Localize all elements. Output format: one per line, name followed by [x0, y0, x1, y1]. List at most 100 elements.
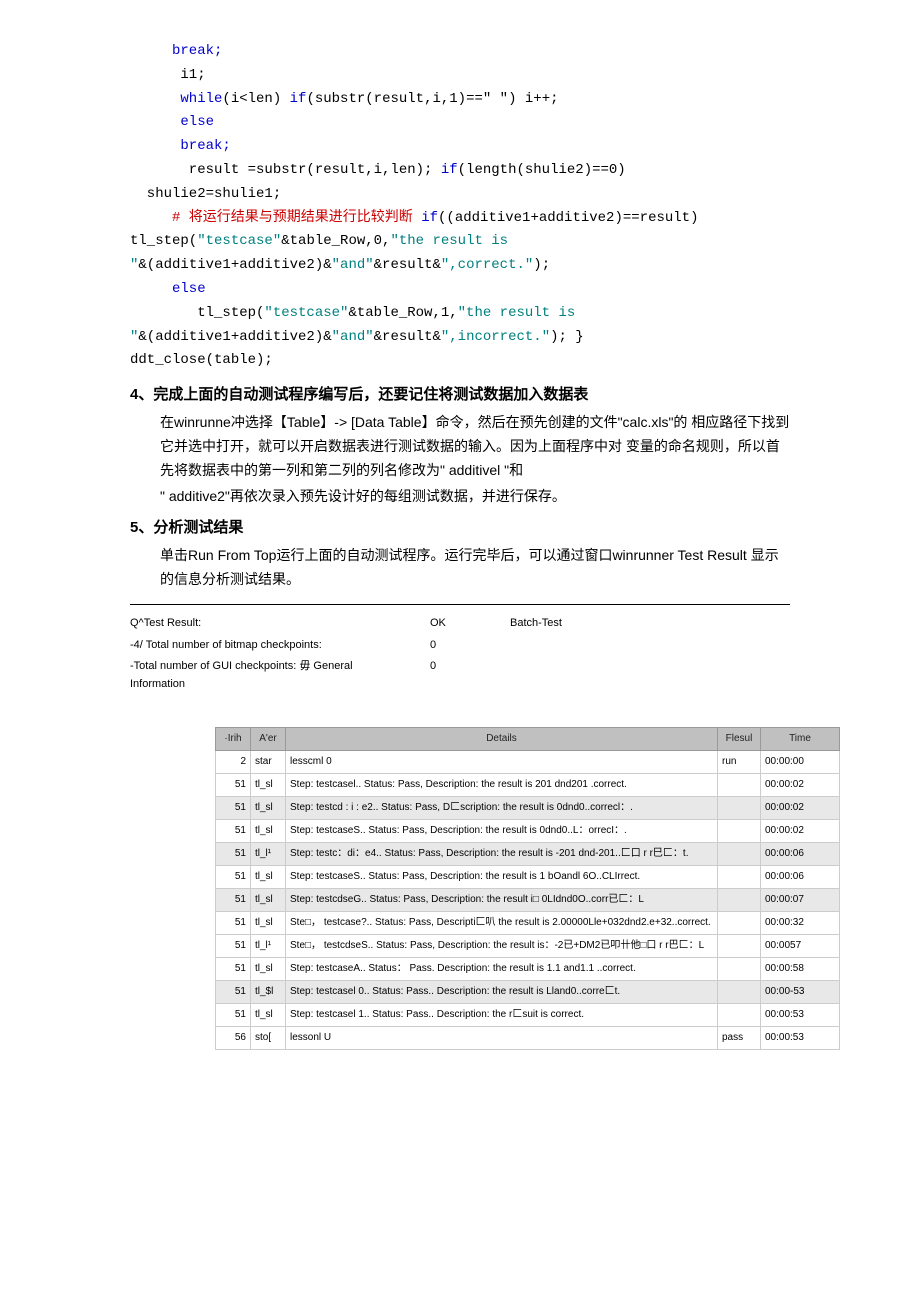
table-cell: Step: testcd : i : e2.. Status: Pass, D匚… — [286, 797, 718, 820]
gui-checkpoints: -Total number of GUI checkpoints: 毋 Gene… — [130, 658, 390, 693]
code-kw: while — [130, 91, 222, 107]
table-cell: 00:00:02 — [761, 820, 840, 843]
table-cell: tl_sl — [251, 774, 286, 797]
table-cell — [718, 866, 761, 889]
table-row: 51tl_slStep: testcd : i : e2.. Status: P… — [216, 797, 840, 820]
col-irih: ·Irih — [216, 728, 251, 751]
section-4-heading: 4、完成上面的自动测试程序编写后，还要记住将测试数据加入数据表 — [130, 383, 790, 407]
table-cell — [718, 1004, 761, 1027]
table-cell: 51 — [216, 935, 251, 958]
table-cell: 00:00:06 — [761, 843, 840, 866]
table-row: 56sto[lessonl Upass00:00:53 — [216, 1027, 840, 1050]
code-line: ddt_close(table); — [130, 352, 273, 368]
table-cell: 51 — [216, 843, 251, 866]
code-line: i1; — [130, 67, 206, 83]
table-cell — [718, 797, 761, 820]
table-cell: 51 — [216, 981, 251, 1004]
table-cell — [718, 935, 761, 958]
code-line: break; — [130, 43, 222, 59]
count-zero: 0 — [430, 637, 470, 655]
table-cell: 51 — [216, 797, 251, 820]
batch-test-label: Batch-Test — [510, 615, 562, 633]
count-zero: 0 — [430, 658, 470, 676]
table-cell: 00:00:02 — [761, 797, 840, 820]
section-5-heading: 5、分析测试结果 — [130, 516, 790, 540]
table-cell: run — [718, 751, 761, 774]
table-cell: Step: testcaseA.. Status： Pass. Descript… — [286, 958, 718, 981]
table-cell: Step: testcasel.. Status: Pass, Descript… — [286, 774, 718, 797]
table-cell: 51 — [216, 958, 251, 981]
table-cell: 56 — [216, 1027, 251, 1050]
test-result-info: Q^Test Result: -4/ Total number of bitma… — [130, 604, 790, 697]
table-cell: Step: testc：di：e4.. Status: Pass, Descri… — [286, 843, 718, 866]
table-row: 51tl_$lStep: testcasel 0.. Status: Pass.… — [216, 981, 840, 1004]
code-line: break; — [130, 138, 231, 154]
table-cell: Step: testcasel 0.. Status: Pass.. Descr… — [286, 981, 718, 1004]
table-cell: 00:00:32 — [761, 912, 840, 935]
table-cell: 00:0057 — [761, 935, 840, 958]
table-cell — [718, 981, 761, 1004]
table-cell: 51 — [216, 912, 251, 935]
code-line: else — [130, 114, 214, 130]
table-header-row: ·Irih A'er Details Flesul Time — [216, 728, 840, 751]
table-cell: 51 — [216, 866, 251, 889]
table-cell: 51 — [216, 820, 251, 843]
table-cell: Step: testcasel 1.. Status: Pass.. Descr… — [286, 1004, 718, 1027]
table-cell: Step: testcaseS.. Status: Pass, Descript… — [286, 866, 718, 889]
section-4-paragraph: " additive2"再依次录入预先设计好的每组测试数据，并进行保存。 — [160, 485, 790, 509]
table-row: 51tl_l¹Step: testc：di：e4.. Status: Pass,… — [216, 843, 840, 866]
table-row: 51tl_slSte□， testcase?.. Status: Pass, D… — [216, 912, 840, 935]
table-cell — [718, 912, 761, 935]
table-cell: tl_l¹ — [251, 935, 286, 958]
table-cell — [718, 958, 761, 981]
section-4-paragraph: 在winrunne冲选择【Table】-> [Data Table】命令，然后在… — [160, 411, 790, 482]
table-cell: tl_sl — [251, 889, 286, 912]
table-cell: tl_sl — [251, 797, 286, 820]
table-cell: lessonl U — [286, 1027, 718, 1050]
table-cell: tl_sl — [251, 820, 286, 843]
table-cell: 00:00-53 — [761, 981, 840, 1004]
table-cell: 51 — [216, 774, 251, 797]
table-cell: 00:00:53 — [761, 1027, 840, 1050]
table-cell: Ste□， testcase?.. Status: Pass, Descript… — [286, 912, 718, 935]
table-cell: tl_sl — [251, 912, 286, 935]
code-line: shulie2=shulie1; — [130, 186, 281, 202]
test-result-table: ·Irih A'er Details Flesul Time 2starless… — [215, 727, 840, 1050]
table-cell: 00:00:06 — [761, 866, 840, 889]
table-cell: 00:00:58 — [761, 958, 840, 981]
table-cell: lesscml 0 — [286, 751, 718, 774]
table-row: 51tl_slStep: testcasel 1.. Status: Pass.… — [216, 1004, 840, 1027]
table-cell: pass — [718, 1027, 761, 1050]
table-cell: 00:00:02 — [761, 774, 840, 797]
table-cell: Ste□， testcdseS.. Status: Pass, Descript… — [286, 935, 718, 958]
table-cell: Step: testcdseG.. Status: Pass, Descript… — [286, 889, 718, 912]
table-row: 2starlesscml 0run00:00:00 — [216, 751, 840, 774]
table-row: 51tl_slStep: testcasel.. Status: Pass, D… — [216, 774, 840, 797]
table-cell: tl_sl — [251, 1004, 286, 1027]
col-aer: A'er — [251, 728, 286, 751]
table-row: 51tl_slStep: testcdseG.. Status: Pass, D… — [216, 889, 840, 912]
table-row: 51tl_l¹Ste□， testcdseS.. Status: Pass, D… — [216, 935, 840, 958]
col-details: Details — [286, 728, 718, 751]
table-cell: tl_sl — [251, 958, 286, 981]
bitmap-checkpoints: -4/ Total number of bitmap checkpoints: — [130, 637, 390, 655]
table-cell: sto[ — [251, 1027, 286, 1050]
table-cell: tl_l¹ — [251, 843, 286, 866]
table-cell: tl_$l — [251, 981, 286, 1004]
table-cell: star — [251, 751, 286, 774]
table-cell — [718, 820, 761, 843]
table-cell — [718, 843, 761, 866]
status-ok: OK — [430, 615, 470, 633]
table-cell: tl_sl — [251, 866, 286, 889]
table-cell: 00:00:53 — [761, 1004, 840, 1027]
table-row: 51tl_slStep: testcaseA.. Status： Pass. D… — [216, 958, 840, 981]
table-cell: 51 — [216, 889, 251, 912]
section-5-paragraph: 单击Run From Top运行上面的自动测试程序。运行完毕后，可以通过窗口wi… — [160, 544, 790, 592]
code-line: else — [130, 281, 206, 297]
test-result-title: Q^Test Result: — [130, 615, 390, 633]
table-cell: 00:00:00 — [761, 751, 840, 774]
table-cell: 00:00:07 — [761, 889, 840, 912]
col-flesul: Flesul — [718, 728, 761, 751]
table-row: 51tl_slStep: testcaseS.. Status: Pass, D… — [216, 866, 840, 889]
code-block: break; i1; while(i<len) if(substr(result… — [130, 40, 790, 373]
